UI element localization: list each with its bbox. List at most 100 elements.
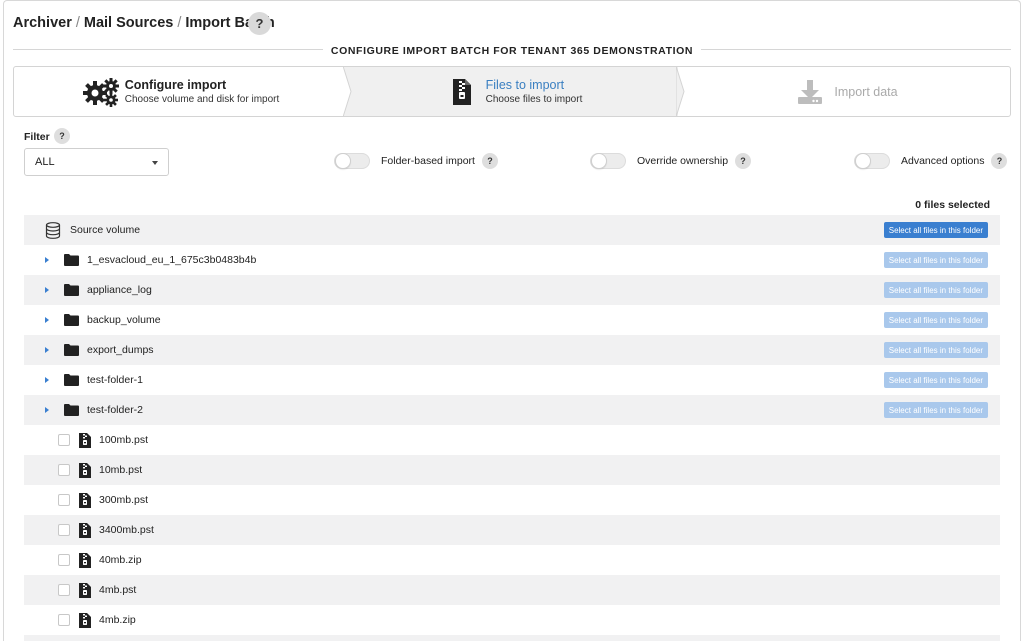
wizard-steps: Configure import Choose volume and disk … [13,66,1011,117]
expand-arrow-icon[interactable] [45,407,49,413]
advanced-options-help-button[interactable]: ? [991,153,1008,169]
folder-icon [64,254,79,266]
folder-name: export_dumps [87,344,154,356]
file-tree: Source volume Select all files in this f… [24,215,1000,641]
step-import-data[interactable]: Import data [678,67,1010,116]
folder-name: appliance_log [87,284,152,296]
filter-select[interactable]: ALL [24,148,169,176]
step-files-to-import[interactable]: Files to import Choose files to import [346,67,678,116]
caret-down-icon [152,161,158,165]
filter-help-button[interactable]: ? [54,128,70,144]
folder-row[interactable]: backup_volume Select all files in this f… [24,305,1000,335]
file-checkbox[interactable] [58,434,70,446]
folder-icon [64,344,79,356]
file-checkbox[interactable] [58,524,70,536]
folder-based-import-option: Folder-based import ? [334,153,498,169]
zip-file-icon [79,492,91,508]
expand-arrow-icon[interactable] [45,377,49,383]
file-row: 40mb.zip [24,545,1000,575]
folder-based-import-help-button[interactable]: ? [481,153,498,169]
page-title: CONFIGURE IMPORT BATCH FOR TENANT 365 DE… [322,45,702,57]
file-name: 100mb.pst [99,434,149,446]
file-row: 10mb.pst [24,455,1000,485]
select-all-files-button[interactable]: Select all files in this folder [883,312,988,328]
breadcrumb-mail-sources[interactable]: Mail Sources [84,15,173,31]
select-all-files-button[interactable]: Select all files in this folder [883,252,988,268]
file-name: 300mb.pst [99,494,149,506]
help-button[interactable]: ? [248,12,271,35]
folder-based-import-label: Folder-based import [381,155,475,167]
file-name: 3400mb.pst [99,524,154,536]
expand-arrow-icon[interactable] [45,317,49,323]
file-checkbox[interactable] [58,554,70,566]
folder-row[interactable]: export_dumps Select all files in this fo… [24,335,1000,365]
override-ownership-help-button[interactable]: ? [735,153,752,169]
override-ownership-option: Override ownership ? [590,153,752,169]
filter-label: Filter [24,131,50,143]
override-ownership-toggle[interactable] [590,153,626,169]
folder-based-import-toggle[interactable] [334,153,370,169]
zip-file-icon [79,612,91,628]
breadcrumb: Archiver / Mail Sources / Import Batch [13,15,275,31]
breadcrumb-separator: / [177,15,182,31]
advanced-options-toggle[interactable] [854,153,890,169]
zip-file-icon [79,432,91,448]
advanced-options-option: Advanced options ? [854,153,1008,169]
folder-name: 1_esvacloud_eu_1_675c3b0483b4b [87,254,257,266]
file-name: 4mb.pst [99,584,137,596]
step-chevron [343,67,357,116]
file-row: 4mb.zip [24,605,1000,635]
advanced-options-label: Advanced options [901,155,985,167]
breadcrumb-archiver[interactable]: Archiver [13,15,72,31]
file-checkbox[interactable] [58,584,70,596]
select-all-files-button[interactable]: Select all files in this folder [883,402,988,418]
select-all-files-button[interactable]: Select all files in this folder [883,372,988,388]
zip-file-icon [442,75,482,109]
file-row: 300mb.pst [24,485,1000,515]
folder-row[interactable]: appliance_log Select all files in this f… [24,275,1000,305]
step-title: Files to import [485,78,565,92]
step-configure-import[interactable]: Configure import Choose volume and disk … [14,67,346,116]
tree-root-row: Source volume Select all files in this f… [24,215,1000,245]
file-checkbox[interactable] [58,494,70,506]
tree-root-label: Source volume [70,224,141,236]
expand-arrow-icon[interactable] [45,257,49,263]
select-all-files-button[interactable]: Select all files in this folder [883,222,988,238]
step-title: Import data [834,84,898,99]
database-icon [45,221,61,239]
folder-row[interactable]: 1_esvacloud_eu_1_675c3b0483b4b Select al… [24,245,1000,275]
file-name: 4mb.zip [99,614,136,626]
file-name: 40mb.zip [99,554,142,566]
override-ownership-label: Override ownership [637,155,729,167]
gears-icon [81,75,121,109]
select-all-files-button[interactable]: Select all files in this folder [883,282,988,298]
download-icon [790,75,830,109]
step-chevron [676,67,685,116]
step-title: Configure import [124,78,227,92]
file-name: 10mb.pst [99,464,143,476]
file-row: 3400mb.pst [24,515,1000,545]
zip-file-icon [79,552,91,568]
select-all-files-button[interactable]: Select all files in this folder [883,342,988,358]
folder-icon [64,284,79,296]
folder-icon [64,374,79,386]
step-subtitle: Choose volume and disk for import [124,94,280,105]
file-checkbox[interactable] [58,464,70,476]
file-checkbox[interactable] [58,614,70,626]
folder-row[interactable]: test-folder-1 Select all files in this f… [24,365,1000,395]
folder-icon [64,404,79,416]
file-row: 4mb.pst [24,575,1000,605]
folder-name: backup_volume [87,314,161,326]
expand-arrow-icon[interactable] [45,347,49,353]
folder-icon [64,314,79,326]
page-title-wrap: CONFIGURE IMPORT BATCH FOR TENANT 365 DE… [0,43,1024,57]
folder-row[interactable]: test-folder-2 Select all files in this f… [24,395,1000,425]
expand-arrow-icon[interactable] [45,287,49,293]
folder-name: test-folder-1 [87,374,144,386]
files-selected-count: 0 files selected [915,199,990,211]
file-row: 100mb.pst [24,425,1000,455]
file-row-partial [24,635,1000,641]
step-subtitle: Choose files to import [485,94,583,105]
zip-file-icon [79,522,91,538]
filter-selected-value: ALL [35,156,55,168]
